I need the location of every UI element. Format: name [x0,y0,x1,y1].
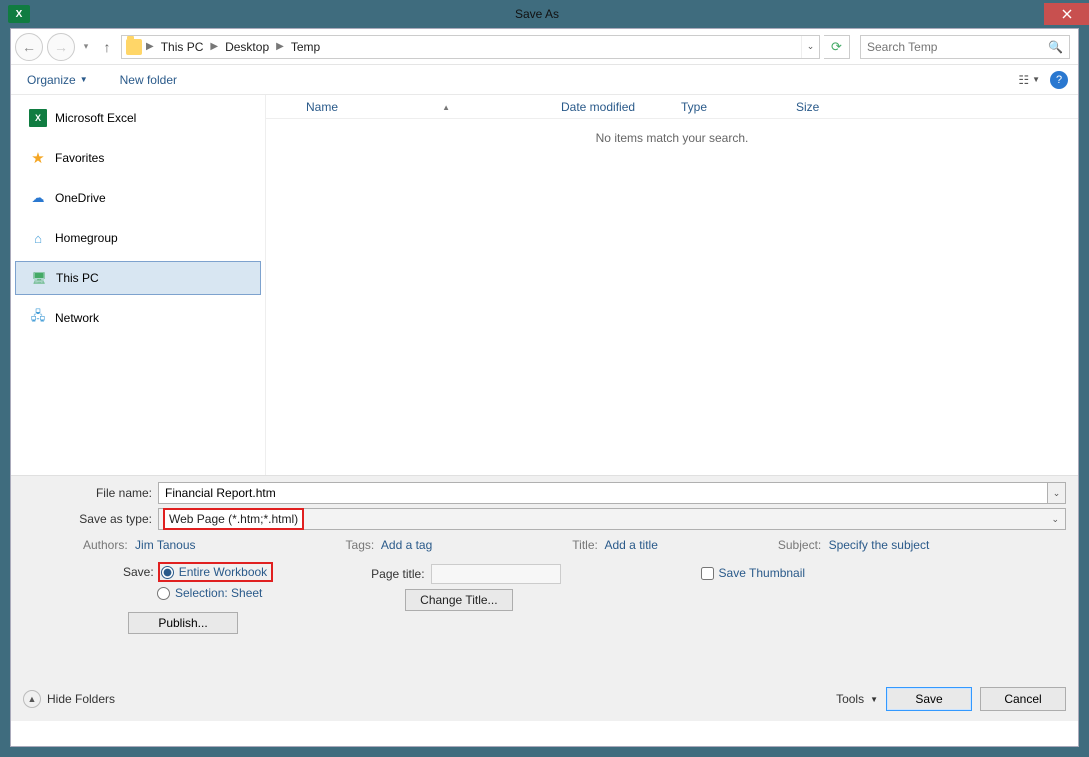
path-segment[interactable]: Temp [288,40,323,54]
save-option-label: Save: [123,565,154,579]
chevron-down-icon: ⌄ [1051,514,1059,525]
organize-label: Organize [27,73,76,87]
title-value[interactable]: Add a title [605,538,658,552]
selection-sheet-radio[interactable]: Selection: Sheet [157,586,271,600]
view-icon: ☷ [1018,73,1029,87]
save-type-value: Web Page (*.htm;*.html) [165,510,302,528]
change-title-button[interactable]: Change Title... [405,589,512,611]
help-button[interactable]: ? [1050,71,1068,89]
address-bar[interactable]: ▶ This PC ▶ Desktop ▶ Temp ⌄ [121,35,820,59]
sidebar-item-label: This PC [56,271,99,285]
refresh-button[interactable]: ⟳ [824,35,850,59]
folder-icon [126,39,142,55]
sidebar-item-favorites[interactable]: ★ Favorites [11,141,265,175]
column-name[interactable]: Name ▲ [306,100,561,114]
tags-value[interactable]: Add a tag [381,538,432,552]
footer-bar: ▲ Hide Folders Tools ▼ Save Cancel [23,687,1066,711]
up-button[interactable]: ↑ [97,39,117,55]
cloud-icon: ☁ [29,189,47,207]
toolbar: Organize ▼ New folder ☷ ▼ ? [11,65,1078,95]
cancel-button[interactable]: Cancel [980,687,1066,711]
sidebar-item-network[interactable]: 🖧 Network [11,301,265,335]
page-title-label: Page title: [371,567,424,581]
subject-value[interactable]: Specify the subject [829,538,930,552]
page-title-input[interactable] [431,564,561,584]
sidebar-item-label: OneDrive [55,191,106,205]
file-name-input[interactable] [158,482,1048,504]
save-thumbnail-input[interactable] [701,567,714,580]
back-button[interactable]: ← [15,33,43,61]
network-icon: 🖧 [29,309,47,327]
chevron-up-icon: ▲ [23,690,41,708]
file-pane: Name ▲ Date modified Type Size No items … [266,95,1078,475]
chevron-right-icon: ▶ [144,41,156,52]
save-thumbnail-checkbox[interactable]: Save Thumbnail [701,566,806,580]
search-box[interactable]: 🔍 [860,35,1070,59]
chevron-down-icon: ▼ [80,75,88,84]
organize-menu[interactable]: Organize ▼ [21,69,94,91]
entire-workbook-radio[interactable]: Entire Workbook [160,564,271,580]
homegroup-icon: ⌂ [29,229,47,247]
metadata-row: Authors: Jim Tanous Tags: Add a tag Titl… [83,538,1066,552]
authors-label: Authors: [83,538,128,552]
save-button[interactable]: Save [886,687,972,711]
sidebar-item-label: Network [55,311,99,325]
address-dropdown[interactable]: ⌄ [801,36,819,58]
view-options-button[interactable]: ☷ ▼ [1018,73,1040,87]
authors-value[interactable]: Jim Tanous [135,538,195,552]
chevron-right-icon: ▶ [208,41,220,52]
excel-icon: X [29,109,47,127]
new-folder-button[interactable]: New folder [114,69,183,91]
excel-app-icon: X [8,5,30,23]
bottom-panel: File name: ⌄ Save as type: Web Page (*.h… [11,475,1078,721]
nav-row: ← → ▾ ↑ ▶ This PC ▶ Desktop ▶ Temp ⌄ ⟳ 🔍 [11,29,1078,65]
empty-message: No items match your search. [266,119,1078,145]
sidebar-item-homegroup[interactable]: ⌂ Homegroup [11,221,265,255]
selection-sheet-radio-input[interactable] [157,587,170,600]
chevron-right-icon: ▶ [274,41,286,52]
close-icon [1062,9,1072,19]
tools-menu[interactable]: Tools ▼ [836,692,878,706]
sort-indicator-icon: ▲ [442,103,450,112]
tags-label: Tags: [346,538,375,552]
sidebar-item-label: Homegroup [55,231,118,245]
publish-button[interactable]: Publish... [128,612,238,634]
star-icon: ★ [29,149,47,167]
column-size[interactable]: Size [796,100,876,114]
sidebar-item-label: Microsoft Excel [55,111,136,125]
search-icon: 🔍 [1048,40,1063,54]
path-segment[interactable]: Desktop [222,40,272,54]
title-label: Title: [572,538,598,552]
entire-workbook-radio-input[interactable] [161,566,174,579]
file-name-dropdown[interactable]: ⌄ [1048,482,1066,504]
path-segment[interactable]: This PC [158,40,207,54]
window-title: Save As [30,7,1044,21]
chevron-down-icon: ▼ [870,695,878,704]
subject-label: Subject: [778,538,821,552]
file-name-label: File name: [23,486,158,500]
save-type-combo[interactable]: Web Page (*.htm;*.html) ⌄ [158,508,1066,530]
forward-button[interactable]: → [47,33,75,61]
column-type[interactable]: Type [681,100,796,114]
sidebar-item-onedrive[interactable]: ☁ OneDrive [11,181,265,215]
titlebar: X Save As [0,0,1089,28]
sidebar-item-label: Favorites [55,151,104,165]
column-date[interactable]: Date modified [561,100,681,114]
hide-folders-button[interactable]: ▲ Hide Folders [23,690,115,708]
sidebar-item-this-pc[interactable]: 🖥 This PC [15,261,261,295]
sidebar-item-excel[interactable]: X Microsoft Excel [11,101,265,135]
chevron-down-icon: ▼ [1032,75,1040,84]
column-headers: Name ▲ Date modified Type Size [266,95,1078,119]
sidebar: X Microsoft Excel ★ Favorites ☁ OneDrive… [11,95,266,475]
save-type-label: Save as type: [23,512,158,526]
close-button[interactable] [1044,3,1089,25]
search-input[interactable] [867,40,1048,54]
recent-locations-dropdown[interactable]: ▾ [79,41,93,52]
pc-icon: 🖥 [30,269,48,287]
